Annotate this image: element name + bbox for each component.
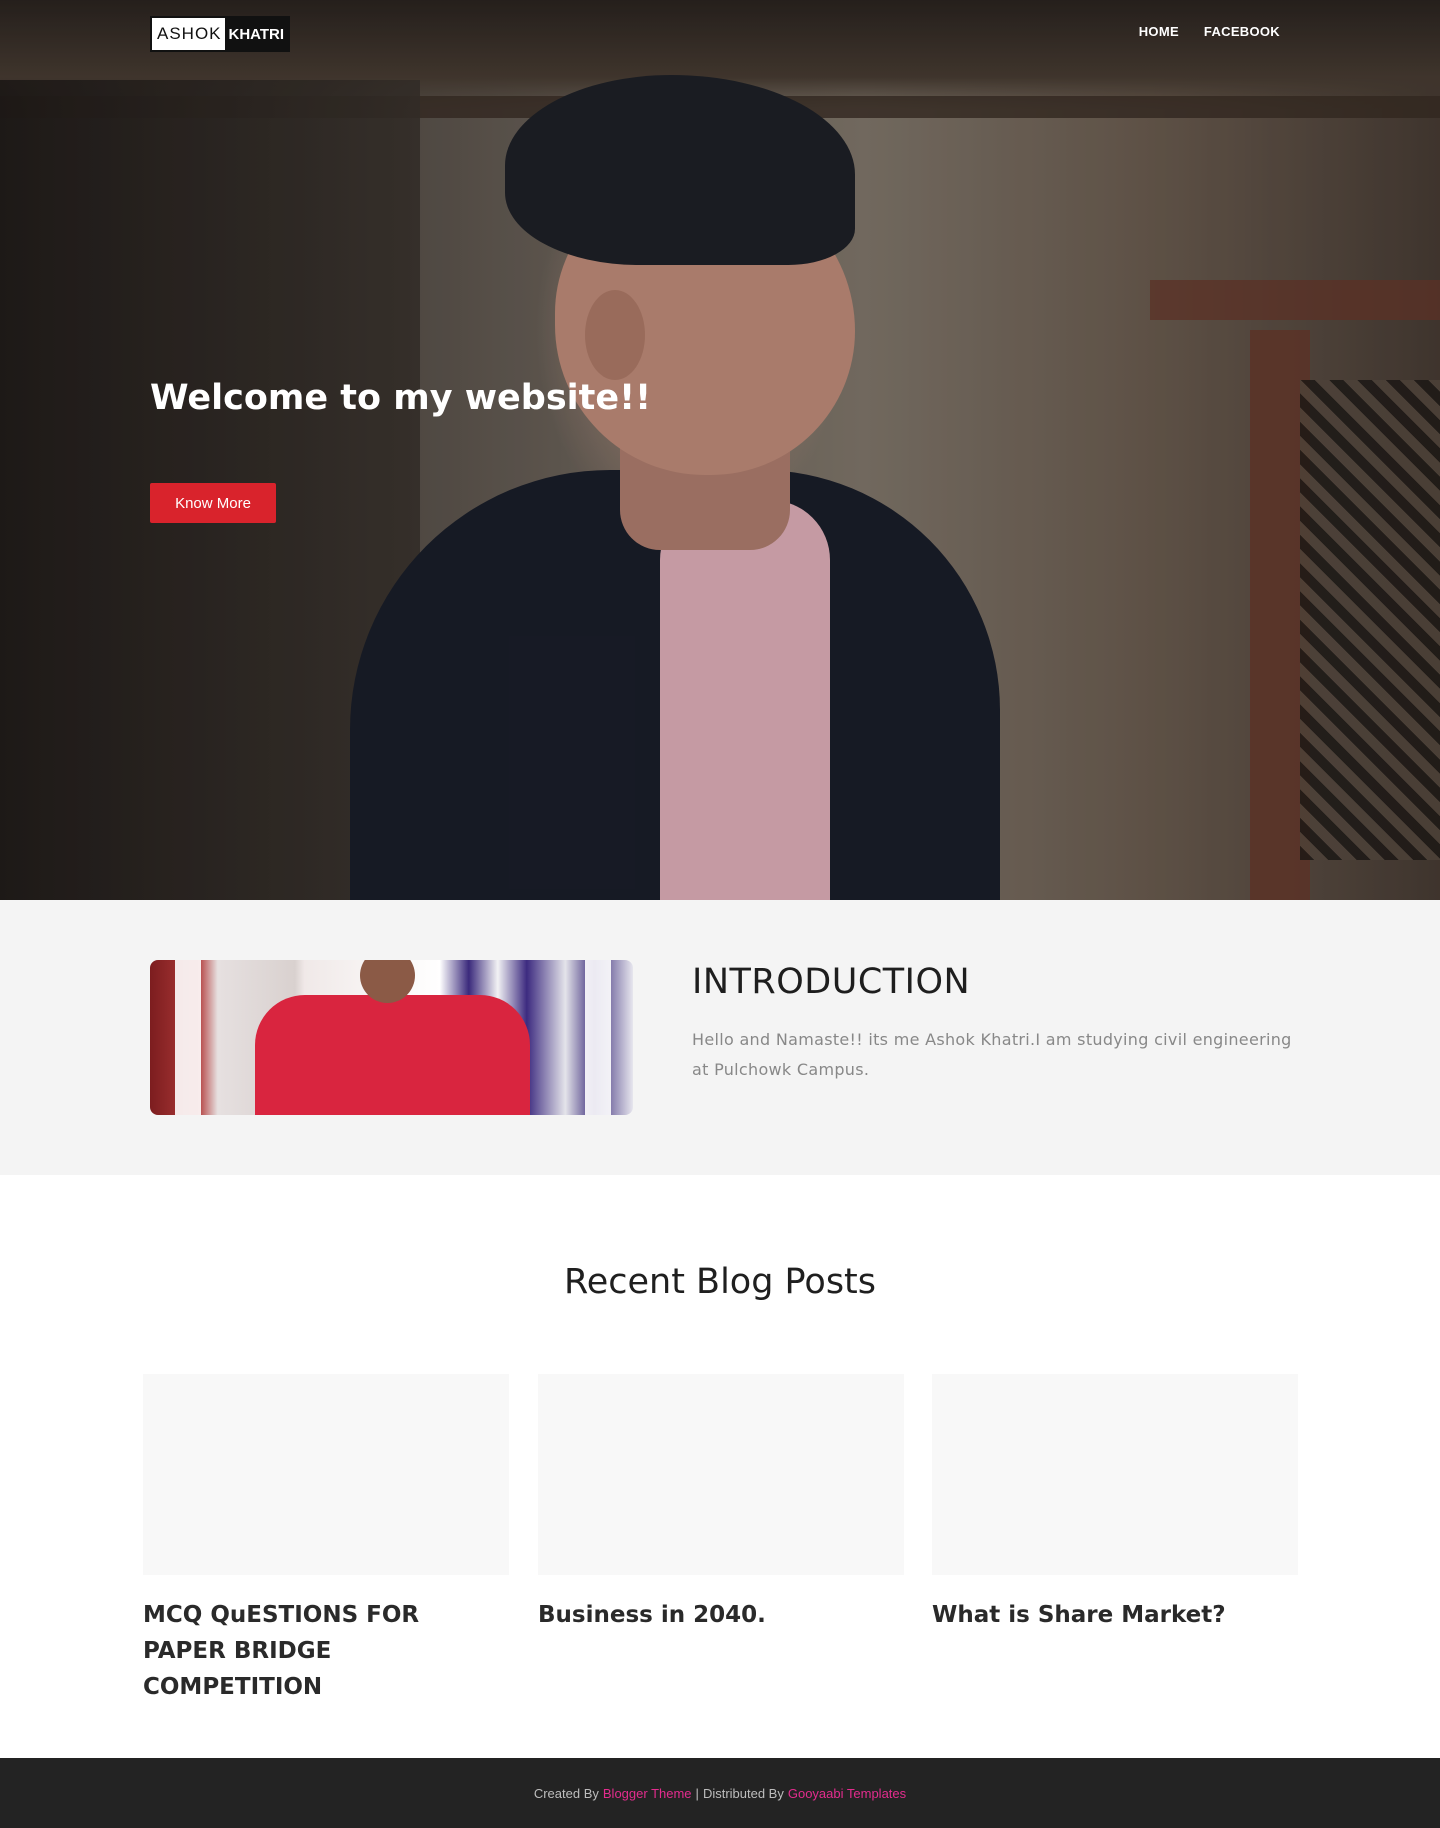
footer-created-by-text: Created By: [533, 1785, 599, 1801]
recent-posts-heading: Recent Blog Posts: [563, 1262, 877, 1302]
blog-post-title[interactable]: MCQ QuESTIONS FOR PAPER BRIDGE COMPETITI…: [143, 1597, 509, 1705]
footer-gooyaabi-link[interactable]: Gooyaabi Templates: [788, 1786, 906, 1801]
blog-post-thumbnail[interactable]: [143, 1374, 509, 1575]
footer-distributed-by-text: Distributed By: [702, 1785, 784, 1801]
blog-post-title[interactable]: What is Share Market?: [932, 1597, 1298, 1633]
photo-person-shirt: [255, 995, 530, 1115]
blog-post-thumbnail[interactable]: [538, 1374, 904, 1575]
footer-blogger-theme-link[interactable]: Blogger Theme: [603, 1786, 692, 1801]
hero-overlay: [0, 0, 1440, 900]
introduction-text: Hello and Namaste!! its me Ashok Khatri.…: [692, 1030, 1292, 1079]
nav-item-facebook[interactable]: FACEBOOK: [1204, 24, 1280, 39]
site-logo[interactable]: ASHOK KHATRI: [150, 16, 290, 52]
blog-post-thumbnail[interactable]: [932, 1374, 1298, 1575]
main-nav: HOME FACEBOOK: [1139, 24, 1280, 39]
know-more-button[interactable]: Know More: [150, 483, 276, 523]
introduction-photo: [150, 960, 633, 1115]
introduction-section: INTRODUCTION Hello and Namaste!! its me …: [0, 900, 1440, 1175]
logo-text-second: KHATRI: [224, 18, 288, 50]
blog-post-card[interactable]: MCQ QuESTIONS FOR PAPER BRIDGE COMPETITI…: [143, 1374, 509, 1705]
hero-title: Welcome to my website!!: [150, 378, 652, 418]
blog-post-title[interactable]: Business in 2040.: [538, 1597, 904, 1633]
logo-text-first: ASHOK: [157, 24, 222, 43]
blog-post-card[interactable]: Business in 2040.: [538, 1374, 904, 1633]
blog-post-card[interactable]: What is Share Market?: [932, 1374, 1298, 1633]
nav-item-home[interactable]: HOME: [1139, 24, 1179, 39]
site-footer: Created By Blogger Theme | Distributed B…: [0, 1758, 1440, 1828]
photo-pillar-left: [175, 960, 201, 1115]
hero-section: [0, 0, 1440, 900]
footer-separator: |: [695, 1785, 699, 1801]
introduction-title: INTRODUCTION: [692, 962, 971, 1002]
photo-pillar-right: [585, 960, 611, 1115]
